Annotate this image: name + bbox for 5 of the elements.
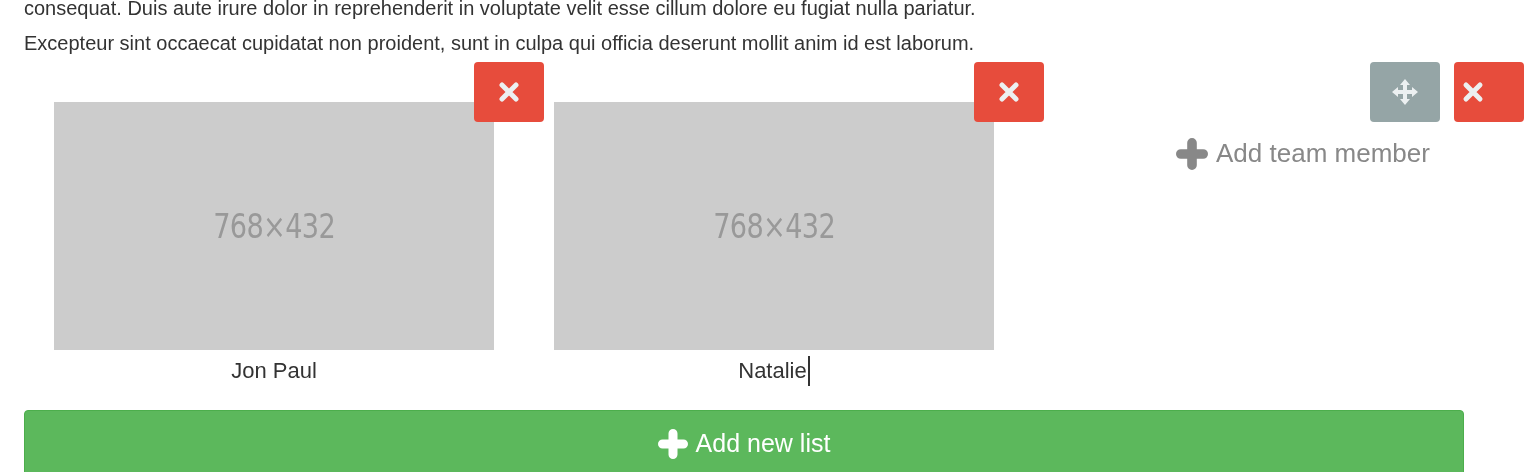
paragraph-line: Excepteur sint occaecat cupidatat non proident, sunt in culpa qui officia deserunt mollit anim id est laborum. [24,31,976,56]
paragraph-line: consequat. Duis aute irure dolor in reprehenderit in voluptate velit esse cillum dolore eu fugiat nulla pariatur. [24,0,977,21]
member-name[interactable]: Natalie [738,356,810,386]
member-name[interactable]: Jon Paul [231,356,317,386]
add-team-member-button[interactable]: Add team member [1176,134,1430,173]
